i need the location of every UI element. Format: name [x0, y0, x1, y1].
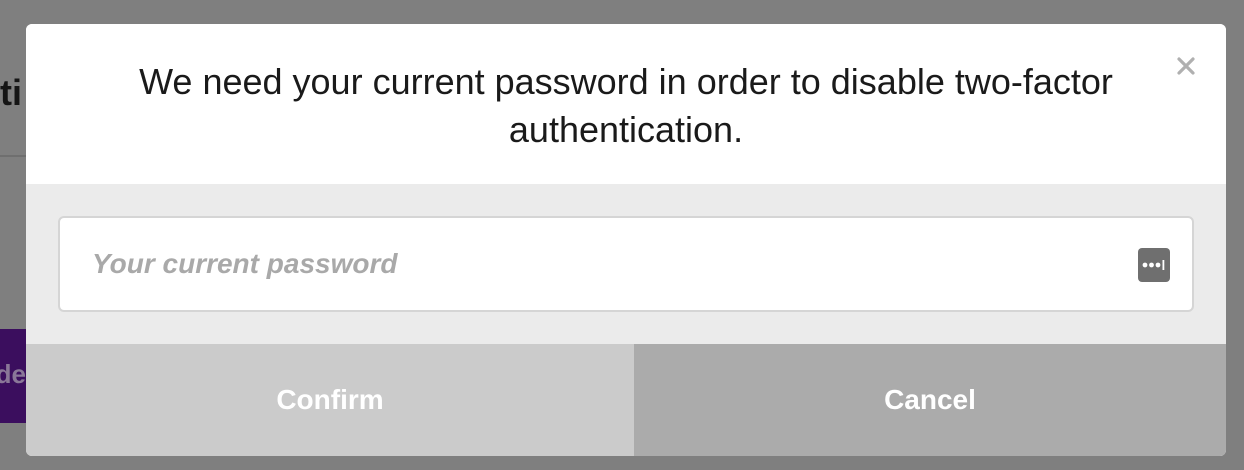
background-button-label: de: [0, 359, 26, 389]
close-button[interactable]: [1170, 50, 1202, 82]
confirm-button[interactable]: Confirm: [26, 344, 634, 456]
modal-title: We need your current password in order t…: [139, 61, 1113, 150]
dots-icon: [1142, 260, 1165, 270]
modal-body: [26, 184, 1226, 344]
password-manager-icon[interactable]: [1138, 248, 1170, 282]
cancel-button[interactable]: Cancel: [634, 344, 1226, 456]
modal-footer: Confirm Cancel: [26, 344, 1226, 456]
modal-header: We need your current password in order t…: [26, 24, 1226, 184]
disable-2fa-modal: We need your current password in order t…: [26, 24, 1226, 456]
close-icon: [1177, 57, 1195, 75]
password-field: [58, 216, 1194, 312]
current-password-input[interactable]: [60, 218, 1130, 310]
